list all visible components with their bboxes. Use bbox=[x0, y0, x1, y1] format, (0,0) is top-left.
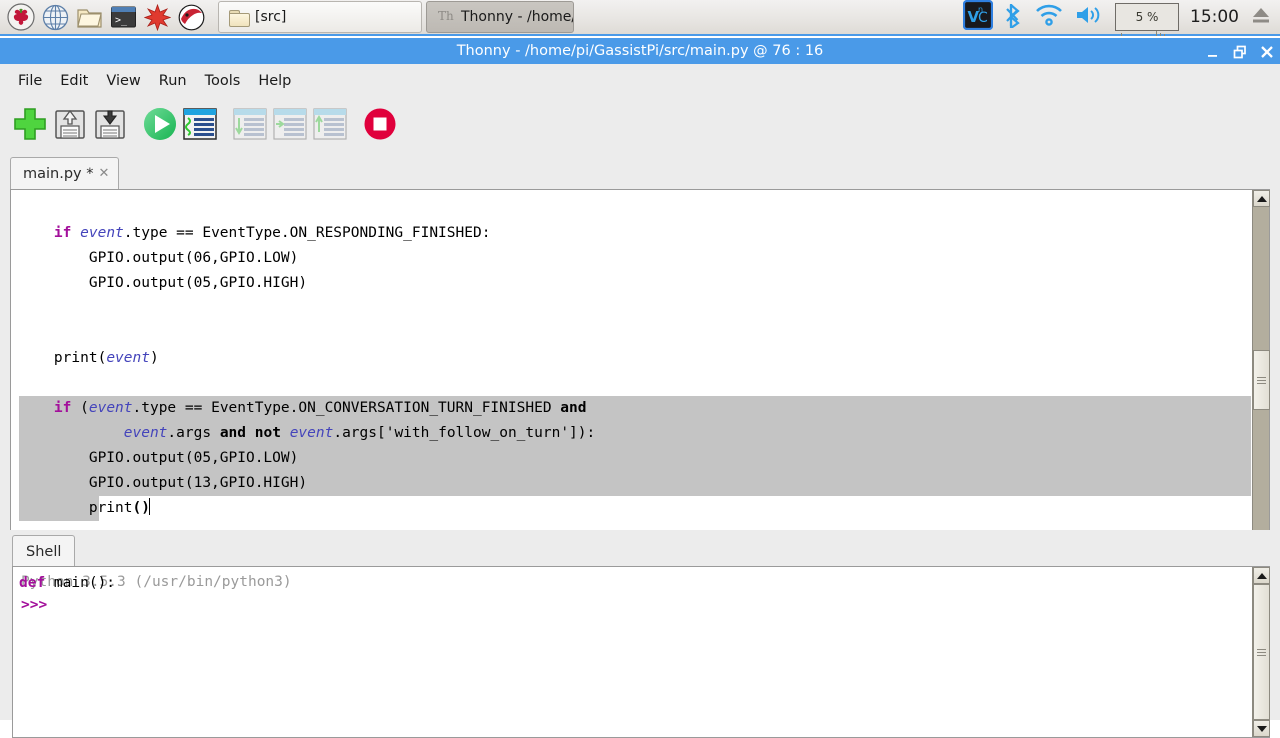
window-title: Thonny - /home/pi/GassistPi/src/main.py … bbox=[456, 43, 824, 59]
code-line[interactable] bbox=[19, 196, 1251, 221]
toolbar bbox=[0, 98, 1280, 150]
taskbar-window-src[interactable]: [src] bbox=[218, 1, 422, 33]
debug-button[interactable] bbox=[180, 104, 220, 144]
taskbar-launchers: >_ bbox=[0, 2, 206, 32]
grip-icon bbox=[1257, 648, 1266, 656]
clock[interactable]: 15:00 bbox=[1190, 7, 1239, 27]
editor-vscroll-thumb[interactable] bbox=[1253, 350, 1270, 410]
menu-view[interactable]: View bbox=[97, 70, 149, 92]
close-button[interactable] bbox=[1260, 44, 1274, 58]
code-line-content: print() bbox=[19, 498, 150, 516]
editor-pane: main.py * ✕ if event.type == EventType.O… bbox=[0, 150, 1280, 674]
code-line[interactable]: GPIO.output(06,GPIO.LOW) bbox=[19, 246, 1251, 271]
tab-shell[interactable]: Shell bbox=[12, 535, 76, 567]
bluetooth-icon[interactable] bbox=[1004, 2, 1024, 32]
taskbar: >_ [src] Th Thonny - /home V C n 5 % 15:… bbox=[0, 0, 1280, 36]
code-line[interactable] bbox=[19, 321, 1251, 346]
code-line[interactable]: print(event) bbox=[19, 346, 1251, 371]
triangle-up-icon bbox=[1256, 572, 1267, 579]
scroll-down-arrow[interactable] bbox=[1253, 720, 1270, 737]
taskbar-window-list: [src] Th Thonny - /home/pi/… bbox=[218, 1, 574, 33]
step-out-button bbox=[310, 104, 350, 144]
eject-icon[interactable] bbox=[1250, 4, 1272, 30]
shell-tabstrip: Shell bbox=[12, 535, 76, 567]
cpu-usage-label: 5 % bbox=[1135, 10, 1159, 24]
shell-text[interactable]: Python 3.5.3 (/usr/bin/python3) >>> bbox=[13, 567, 1251, 737]
svg-text:Th: Th bbox=[438, 9, 454, 23]
code-line[interactable] bbox=[19, 371, 1251, 396]
taskbar-window-thonny-label: Thonny - /home/pi/… bbox=[461, 9, 573, 25]
code-line[interactable]: GPIO.output(13,GPIO.HIGH) bbox=[19, 471, 1251, 496]
volume-icon[interactable] bbox=[1074, 3, 1104, 31]
run-button[interactable] bbox=[140, 104, 180, 144]
code-line[interactable] bbox=[19, 296, 1251, 321]
thonny-icon: Th bbox=[437, 7, 454, 28]
mathematica-icon[interactable] bbox=[142, 2, 172, 32]
step-over-button bbox=[230, 104, 270, 144]
window-titlebar: Thonny - /home/pi/GassistPi/src/main.py … bbox=[0, 38, 1280, 64]
menu-file[interactable]: File bbox=[9, 70, 51, 92]
stop-button[interactable] bbox=[360, 104, 400, 144]
menu-run[interactable]: Run bbox=[150, 70, 196, 92]
taskbar-window-thonny[interactable]: Th Thonny - /home/pi/… bbox=[426, 1, 574, 33]
menu-edit[interactable]: Edit bbox=[51, 70, 97, 92]
tab-main-py-label: main.py * bbox=[23, 165, 94, 182]
wifi-icon[interactable] bbox=[1035, 3, 1063, 31]
shell-pane: Shell Python 3.5.3 (/usr/bin/python3) >>… bbox=[0, 530, 1280, 738]
web-browser-icon[interactable] bbox=[40, 2, 70, 32]
load-file-button[interactable] bbox=[50, 104, 90, 144]
tab-shell-label: Shell bbox=[26, 543, 62, 560]
shell-console[interactable]: Python 3.5.3 (/usr/bin/python3) >>> bbox=[12, 566, 1270, 738]
minimize-button[interactable] bbox=[1206, 44, 1220, 58]
wolfram-icon[interactable] bbox=[176, 2, 206, 32]
shell-vertical-scrollbar[interactable] bbox=[1252, 567, 1270, 737]
code-line[interactable]: GPIO.output(05,GPIO.LOW) bbox=[19, 446, 1251, 471]
save-file-button[interactable] bbox=[90, 104, 130, 144]
tab-main-py[interactable]: main.py * ✕ bbox=[10, 157, 120, 189]
cpu-graph bbox=[1116, 25, 1178, 36]
code-line[interactable]: print() bbox=[19, 496, 1251, 521]
code-line[interactable]: event.args and not event.args['with_foll… bbox=[19, 421, 1251, 446]
triangle-up-icon bbox=[1256, 195, 1267, 202]
scroll-up-arrow[interactable] bbox=[1253, 190, 1270, 207]
folder-icon bbox=[229, 9, 250, 27]
terminal-icon[interactable]: >_ bbox=[108, 2, 138, 32]
scroll-up-arrow[interactable] bbox=[1253, 567, 1270, 584]
shell-vscroll-thumb[interactable] bbox=[1253, 584, 1270, 720]
raspberry-menu-icon[interactable] bbox=[6, 2, 36, 32]
code-line-content: print(event) bbox=[19, 350, 159, 366]
code-line[interactable]: if event.type == EventType.ON_RESPONDING… bbox=[19, 221, 1251, 246]
taskbar-window-src-label: [src] bbox=[255, 9, 287, 25]
code-line-content: GPIO.output(06,GPIO.LOW) bbox=[19, 250, 299, 266]
menubar: File Edit View Run Tools Help bbox=[0, 64, 1280, 98]
file-manager-icon[interactable] bbox=[74, 2, 104, 32]
shell-prompt: >>> bbox=[21, 597, 48, 613]
svg-text:>_: >_ bbox=[115, 15, 128, 26]
window-controls bbox=[1206, 38, 1274, 64]
cpu-usage-monitor[interactable]: 5 % bbox=[1115, 3, 1179, 36]
new-file-button[interactable] bbox=[10, 104, 50, 144]
triangle-down-icon bbox=[1256, 725, 1267, 732]
step-into-button bbox=[270, 104, 310, 144]
code-line[interactable]: GPIO.output(05,GPIO.HIGH) bbox=[19, 271, 1251, 296]
code-line-content: GPIO.output(13,GPIO.HIGH) bbox=[19, 475, 308, 491]
close-icon[interactable]: ✕ bbox=[98, 166, 109, 181]
grip-icon bbox=[1257, 376, 1266, 384]
system-tray: V C n 5 % 15:00 bbox=[962, 0, 1280, 36]
menu-tools[interactable]: Tools bbox=[196, 70, 250, 92]
maximize-button[interactable] bbox=[1233, 44, 1247, 59]
code-line-content: if event.type == EventType.ON_RESPONDING… bbox=[53, 225, 491, 241]
editor-tabstrip: main.py * ✕ bbox=[10, 157, 120, 189]
svg-text:n: n bbox=[978, 5, 983, 14]
code-line-content: event.args and not event.args['with_foll… bbox=[123, 425, 596, 441]
code-line-content: GPIO.output(05,GPIO.LOW) bbox=[19, 450, 299, 466]
code-line[interactable]: if (event.type == EventType.ON_CONVERSAT… bbox=[19, 396, 1251, 421]
code-line-content: GPIO.output(05,GPIO.HIGH) bbox=[19, 275, 308, 291]
menu-help[interactable]: Help bbox=[249, 70, 300, 92]
code-line-content: def main(): bbox=[19, 575, 116, 591]
vnc-icon[interactable]: V C n bbox=[962, 0, 994, 34]
code-line-content: if (event.type == EventType.ON_CONVERSAT… bbox=[53, 400, 587, 416]
